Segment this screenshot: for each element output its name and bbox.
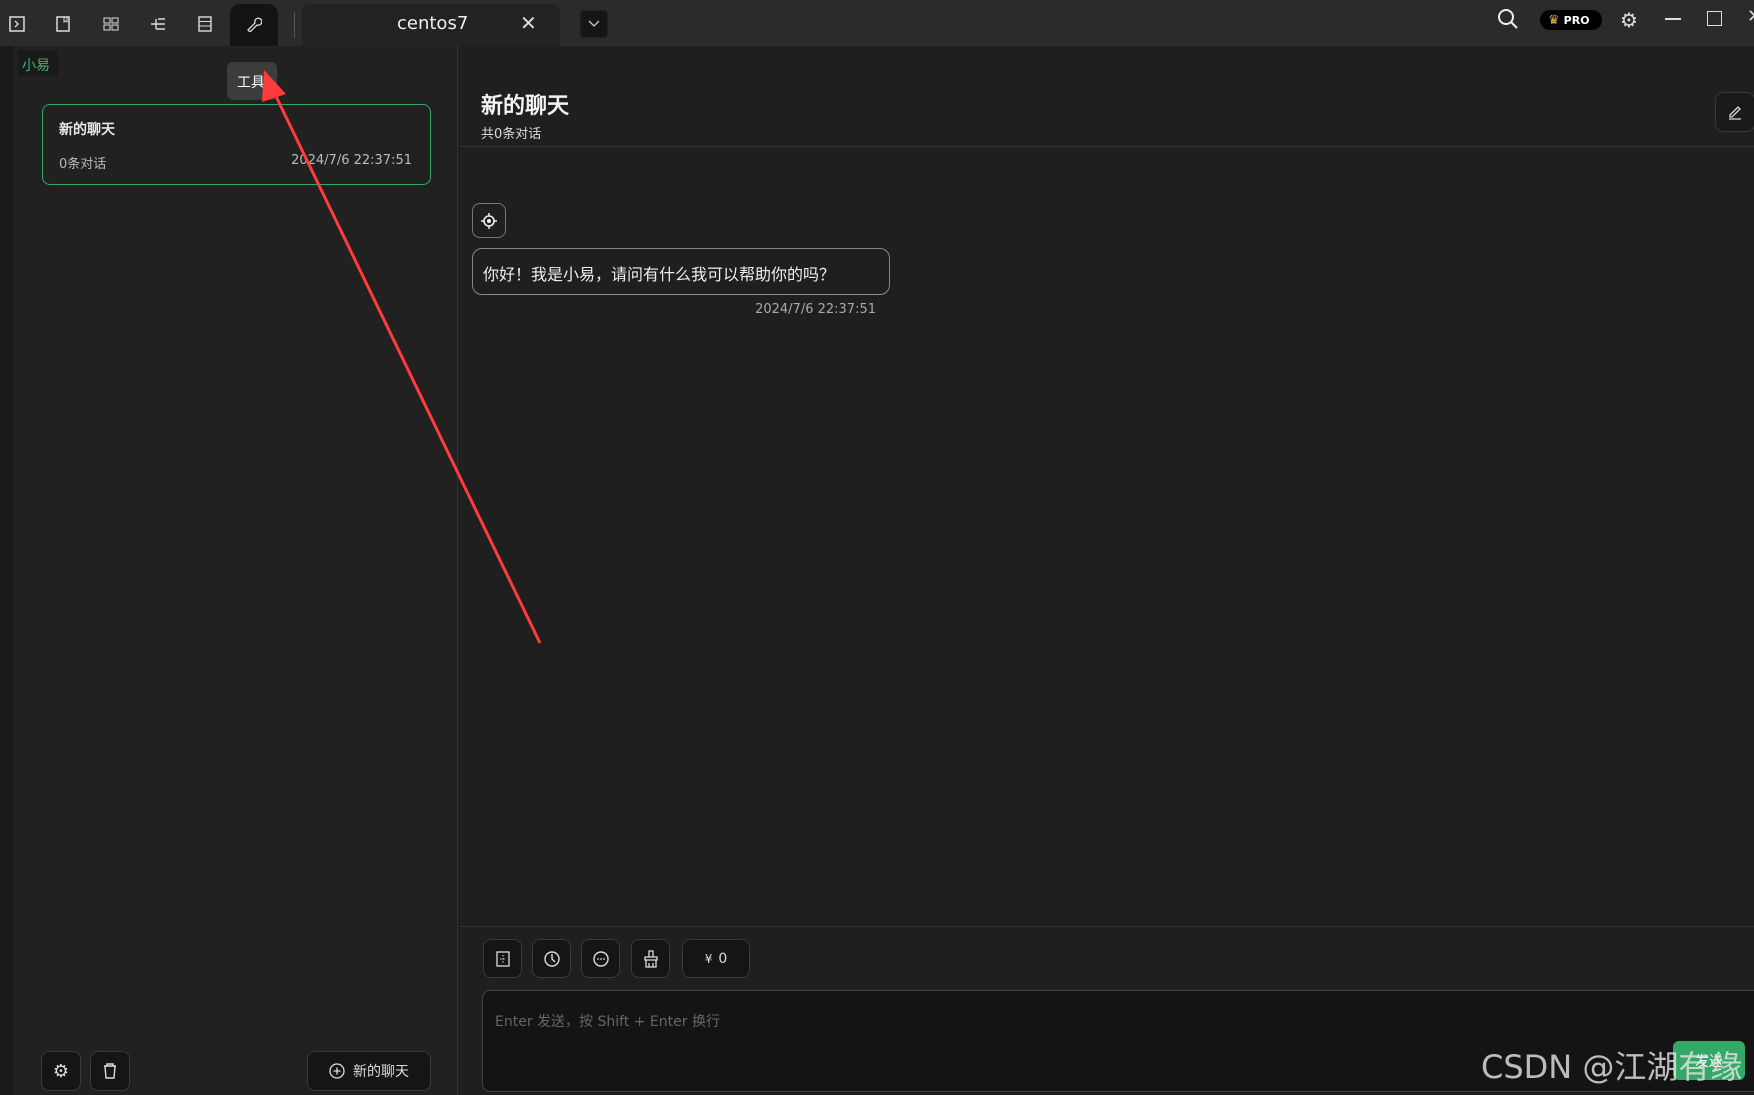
annotation-arrow	[262, 70, 542, 644]
watermark: CSDN @江湖有缘	[1481, 1048, 1743, 1086]
